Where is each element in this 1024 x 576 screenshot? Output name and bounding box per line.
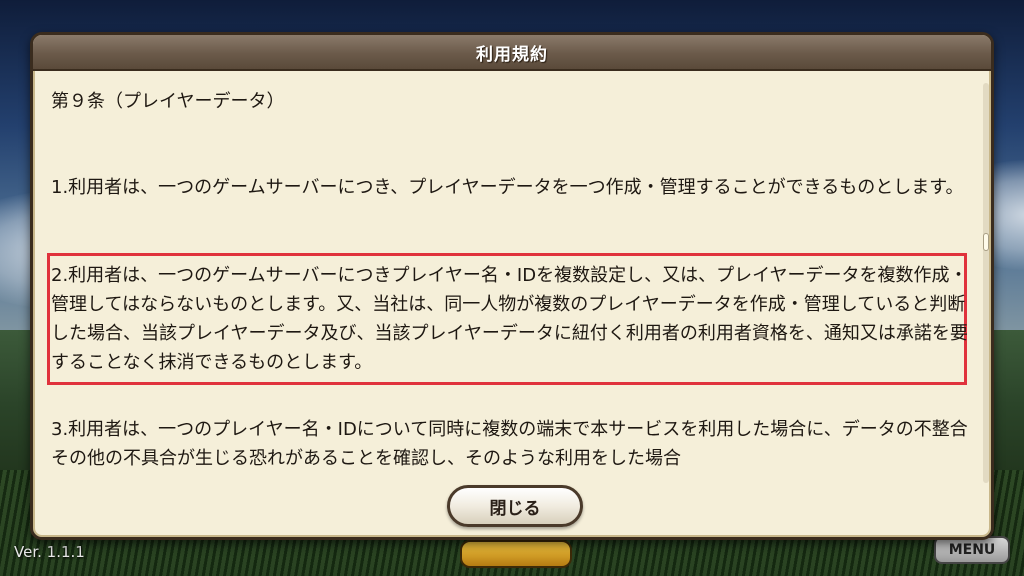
dialog-title: 利用規約 [476,44,548,65]
terms-dialog: 利用規約 第９条（プレイヤーデータ） 1.利用者は、一つのゲームサーバーにつき、… [30,32,994,540]
dialog-header: 利用規約 [33,35,991,71]
game-logo [460,540,572,568]
scrollbar[interactable] [983,83,989,483]
terms-paragraph-3: 3.利用者は、一つのプレイヤー名・IDについて同時に複数の端末で本サービスを利用… [51,419,968,469]
article-heading: 第９条（プレイヤーデータ） [51,91,285,112]
terms-paragraph-2: 2.利用者は、一つのゲームサーバーにつきプレイヤー名・IDを複数設定し、又は、プ… [51,265,968,373]
close-button[interactable]: 閉じる [447,485,583,527]
scrollbar-thumb[interactable] [983,233,989,251]
version-label: Ver. 1.1.1 [14,543,85,561]
menu-button[interactable]: MENU [934,536,1010,564]
terms-content[interactable]: 第９条（プレイヤーデータ） 1.利用者は、一つのゲームサーバーにつき、プレイヤー… [47,83,969,487]
terms-paragraph-1: 1.利用者は、一つのゲームサーバーにつき、プレイヤーデータを一つ作成・管理するこ… [51,177,964,198]
